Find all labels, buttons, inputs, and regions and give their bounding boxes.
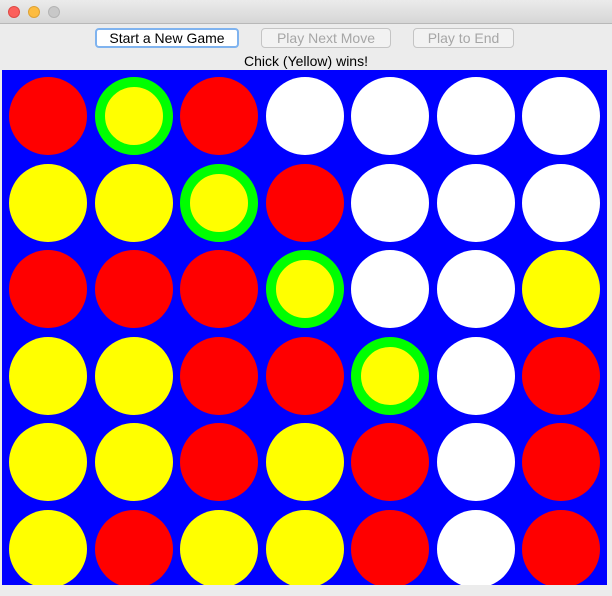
board-cell-r0-c3[interactable] bbox=[266, 77, 344, 155]
board-cell-r3-c2[interactable] bbox=[180, 337, 258, 415]
board-cell-r1-c2[interactable] bbox=[180, 164, 258, 242]
zoom-window-icon[interactable] bbox=[48, 6, 60, 18]
board-cell-r4-c0[interactable] bbox=[9, 423, 87, 501]
board-cell-r1-c0[interactable] bbox=[9, 164, 87, 242]
board-cell-r1-c5[interactable] bbox=[437, 164, 515, 242]
board-cell-r4-c1[interactable] bbox=[95, 423, 173, 501]
board-cell-r5-c1[interactable] bbox=[95, 510, 173, 588]
board-cell-r2-c0[interactable] bbox=[9, 250, 87, 328]
board-cell-r3-c1[interactable] bbox=[95, 337, 173, 415]
toolbar: Start a New Game Play Next Move Play to … bbox=[0, 24, 612, 50]
board-cell-r4-c5[interactable] bbox=[437, 423, 515, 501]
play-next-move-button[interactable]: Play Next Move bbox=[261, 28, 391, 48]
board-cell-r0-c2[interactable] bbox=[180, 77, 258, 155]
board-cell-r0-c0[interactable] bbox=[9, 77, 87, 155]
board-cell-r1-c4[interactable] bbox=[351, 164, 429, 242]
game-status-message: Chick (Yellow) wins! bbox=[244, 53, 368, 69]
board-cell-r2-c4[interactable] bbox=[351, 250, 429, 328]
play-to-end-button[interactable]: Play to End bbox=[413, 28, 514, 48]
board-cell-r5-c3[interactable] bbox=[266, 510, 344, 588]
minimize-window-icon[interactable] bbox=[28, 6, 40, 18]
board-cell-r4-c4[interactable] bbox=[351, 423, 429, 501]
board-cell-r5-c4[interactable] bbox=[351, 510, 429, 588]
board-cell-r5-c5[interactable] bbox=[437, 510, 515, 588]
board-cell-r4-c2[interactable] bbox=[180, 423, 258, 501]
board-cell-r1-c1[interactable] bbox=[95, 164, 173, 242]
bottom-strip bbox=[0, 585, 612, 596]
game-board[interactable] bbox=[2, 70, 607, 588]
board-cell-r1-c6[interactable] bbox=[522, 164, 600, 242]
start-new-game-button[interactable]: Start a New Game bbox=[95, 28, 239, 48]
board-cell-r2-c3[interactable] bbox=[266, 250, 344, 328]
board-cell-r2-c5[interactable] bbox=[437, 250, 515, 328]
board-cell-r5-c0[interactable] bbox=[9, 510, 87, 588]
board-cell-r2-c1[interactable] bbox=[95, 250, 173, 328]
board-cell-r3-c6[interactable] bbox=[522, 337, 600, 415]
title-bar bbox=[0, 0, 612, 24]
board-cell-r0-c1[interactable] bbox=[95, 77, 173, 155]
board-cell-r0-c5[interactable] bbox=[437, 77, 515, 155]
board-cell-r0-c4[interactable] bbox=[351, 77, 429, 155]
board-cell-r3-c5[interactable] bbox=[437, 337, 515, 415]
board-cell-r4-c3[interactable] bbox=[266, 423, 344, 501]
board-cell-r3-c4[interactable] bbox=[351, 337, 429, 415]
board-cell-r2-c6[interactable] bbox=[522, 250, 600, 328]
close-window-icon[interactable] bbox=[8, 6, 20, 18]
board-cell-r5-c2[interactable] bbox=[180, 510, 258, 588]
board-cell-r3-c0[interactable] bbox=[9, 337, 87, 415]
game-window: Start a New Game Play Next Move Play to … bbox=[0, 0, 612, 596]
board-cell-r5-c6[interactable] bbox=[522, 510, 600, 588]
board-cell-r3-c3[interactable] bbox=[266, 337, 344, 415]
board-cell-r4-c6[interactable] bbox=[522, 423, 600, 501]
window-edge bbox=[607, 70, 612, 585]
board-cell-r2-c2[interactable] bbox=[180, 250, 258, 328]
board-cell-r0-c6[interactable] bbox=[522, 77, 600, 155]
board-cell-r1-c3[interactable] bbox=[266, 164, 344, 242]
